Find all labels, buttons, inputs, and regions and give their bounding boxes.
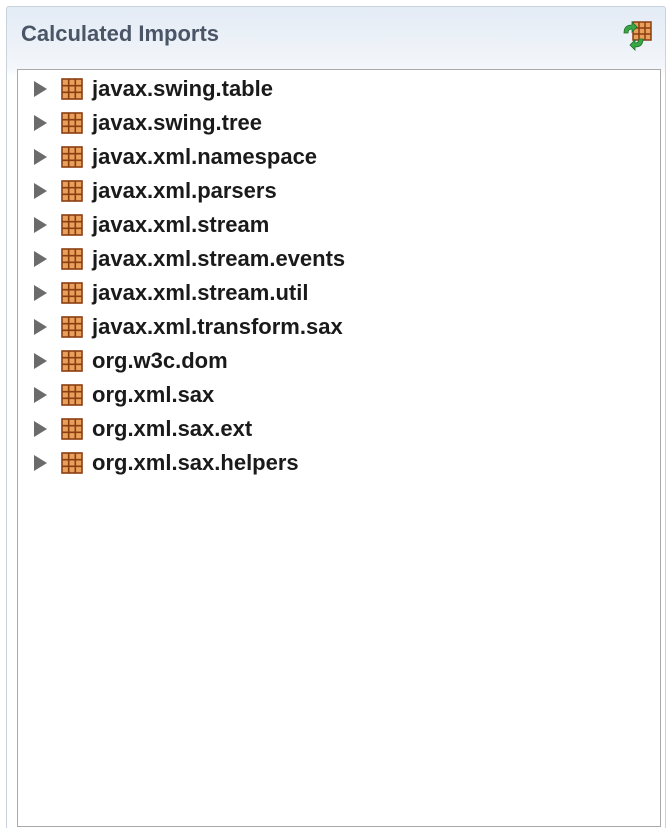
chevron-right-icon[interactable]	[34, 183, 47, 199]
tree-item[interactable]: org.xml.sax.helpers	[18, 446, 660, 480]
calculated-imports-panel: Calculated Imports javax.swing.table jav…	[6, 6, 666, 828]
tree-item[interactable]: javax.swing.tree	[18, 106, 660, 140]
imports-tree-list: javax.swing.table javax.swing.tree javax…	[18, 72, 660, 480]
chevron-right-icon[interactable]	[34, 149, 47, 165]
package-icon	[60, 111, 84, 135]
chevron-right-icon[interactable]	[34, 81, 47, 97]
chevron-right-icon[interactable]	[34, 455, 47, 471]
tree-item-label: javax.xml.stream.util	[92, 280, 309, 305]
imports-tree[interactable]: javax.swing.table javax.swing.tree javax…	[17, 69, 661, 827]
package-icon	[60, 315, 84, 339]
panel-header: Calculated Imports	[7, 7, 665, 63]
tree-item[interactable]: javax.xml.stream	[18, 208, 660, 242]
tree-item-label: org.xml.sax.ext	[92, 416, 253, 441]
tree-item[interactable]: javax.xml.namespace	[18, 140, 660, 174]
package-icon	[60, 247, 84, 271]
package-icon	[60, 349, 84, 373]
tree-item-label: javax.xml.namespace	[92, 144, 318, 169]
tree-item[interactable]: org.w3c.dom	[18, 344, 660, 378]
chevron-right-icon[interactable]	[34, 115, 47, 131]
package-icon	[60, 417, 84, 441]
refresh-imports-icon[interactable]	[621, 19, 655, 51]
package-icon	[60, 451, 84, 475]
tree-item[interactable]: javax.xml.transform.sax	[18, 310, 660, 344]
tree-item[interactable]: org.xml.sax	[18, 378, 660, 412]
package-icon	[60, 179, 84, 203]
chevron-right-icon[interactable]	[34, 421, 47, 437]
chevron-right-icon[interactable]	[34, 251, 47, 267]
package-icon	[60, 383, 84, 407]
tree-item[interactable]: javax.xml.parsers	[18, 174, 660, 208]
chevron-right-icon[interactable]	[34, 319, 47, 335]
chevron-right-icon[interactable]	[34, 285, 47, 301]
tree-item-label: org.w3c.dom	[92, 348, 228, 373]
tree-item[interactable]: javax.swing.table	[18, 72, 660, 106]
chevron-right-icon[interactable]	[34, 217, 47, 233]
chevron-right-icon[interactable]	[34, 353, 47, 369]
tree-item[interactable]: javax.xml.stream.util	[18, 276, 660, 310]
tree-item-label: javax.xml.stream.events	[92, 246, 346, 271]
tree-item[interactable]: javax.xml.stream.events	[18, 242, 660, 276]
tree-item-label: javax.xml.transform.sax	[92, 314, 343, 339]
tree-item-label: org.xml.sax	[92, 382, 215, 407]
panel-title: Calculated Imports	[21, 21, 220, 46]
tree-item-label: javax.xml.stream	[92, 212, 270, 237]
chevron-right-icon[interactable]	[34, 387, 47, 403]
tree-item-label: org.xml.sax.helpers	[92, 450, 299, 475]
package-icon	[60, 213, 84, 237]
package-icon	[60, 281, 84, 305]
package-icon	[60, 145, 84, 169]
tree-item-label: javax.xml.parsers	[92, 178, 277, 203]
tree-item-label: javax.swing.table	[92, 76, 273, 101]
tree-item[interactable]: org.xml.sax.ext	[18, 412, 660, 446]
package-icon	[60, 77, 84, 101]
tree-item-label: javax.swing.tree	[92, 110, 262, 135]
